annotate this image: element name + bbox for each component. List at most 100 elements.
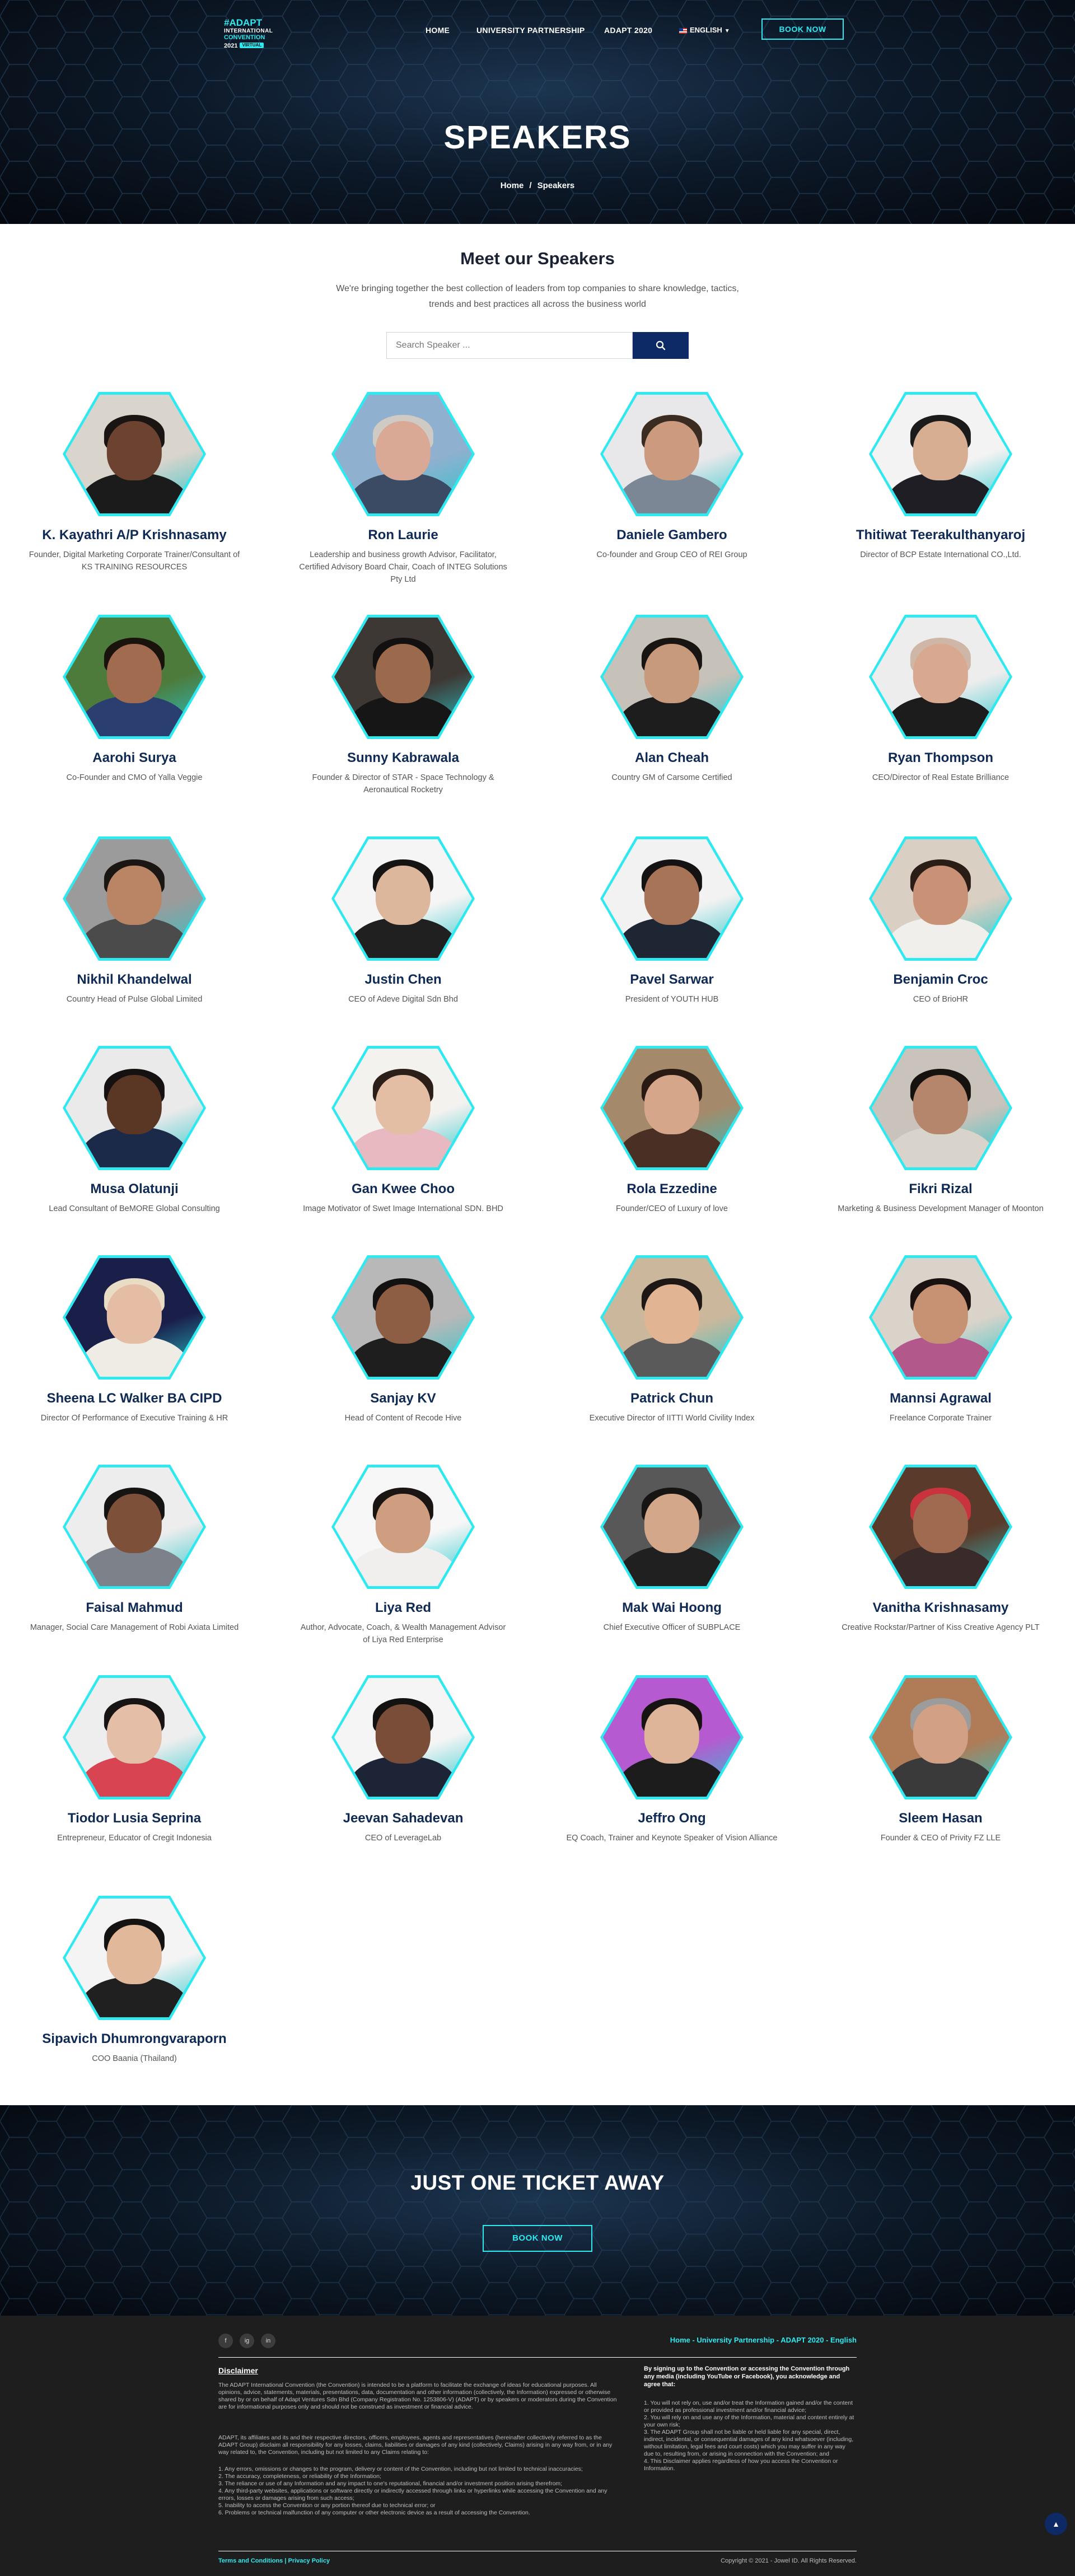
speaker-name[interactable]: Vanitha Krishnasamy — [806, 1600, 1075, 1616]
speaker-photo-frame[interactable] — [869, 1465, 1012, 1589]
book-now-button[interactable]: BOOK NOW — [761, 18, 844, 40]
speaker-name[interactable]: Mak Wai Hoong — [538, 1600, 806, 1616]
speaker-photo-frame[interactable] — [869, 1046, 1012, 1170]
speaker-name[interactable]: Sipavich Dhumrongvaraporn — [0, 2031, 269, 2047]
speaker-name[interactable]: Nikhil Khandelwal — [0, 972, 269, 988]
speaker-name[interactable]: Daniele Gambero — [538, 527, 806, 543]
speaker-name[interactable]: Faisal Mahmud — [0, 1600, 269, 1616]
speaker-photo-frame[interactable] — [869, 1675, 1012, 1799]
speaker-photo-frame[interactable] — [869, 392, 1012, 516]
breadcrumb-home[interactable]: Home — [501, 181, 524, 190]
speaker-photo-frame[interactable] — [63, 1465, 206, 1589]
speaker-silhouette-head — [375, 1493, 431, 1553]
search-button[interactable] — [633, 332, 689, 359]
speaker-photo-frame[interactable] — [63, 1896, 206, 2020]
speaker-name[interactable]: Sunny Kabrawala — [269, 750, 538, 766]
speaker-role: Image Motivator of Swet Image Internatio… — [303, 1204, 503, 1213]
speaker-photo-frame[interactable] — [63, 836, 206, 961]
speaker-photo — [334, 839, 472, 958]
speaker-photo-frame[interactable] — [331, 1046, 475, 1170]
speaker-silhouette-head — [913, 865, 969, 925]
facebook-icon[interactable]: f — [218, 2334, 233, 2348]
speaker-photo — [603, 1678, 741, 1797]
speaker-name[interactable]: Tiodor Lusia Seprina — [0, 1811, 269, 1826]
disclaimer-title: Disclaimer — [218, 2366, 258, 2375]
linkedin-icon[interactable]: in — [261, 2334, 275, 2348]
speaker-name[interactable]: Ron Laurie — [269, 527, 538, 543]
speaker-photo — [872, 395, 1009, 513]
adapt-logo[interactable]: #ADAPT INTERNATIONAL CONVENTION 2021 VIRT… — [224, 18, 277, 50]
section-title: Meet our Speakers — [460, 249, 615, 268]
speaker-role: Director of BCP Estate International CO.… — [860, 550, 1021, 559]
speaker-silhouette-head — [913, 1493, 969, 1553]
speaker-name[interactable]: Liya Red — [269, 1600, 538, 1616]
speaker-name[interactable]: Aarohi Surya — [0, 750, 269, 766]
speaker-name[interactable]: Ryan Thompson — [806, 750, 1075, 766]
speaker-photo-frame[interactable] — [600, 392, 744, 516]
speaker-photo — [603, 1049, 741, 1167]
speaker-photo-frame[interactable] — [331, 1675, 475, 1799]
speaker-name[interactable]: Fikri Rizal — [806, 1181, 1075, 1197]
hero-banner: #ADAPT INTERNATIONAL CONVENTION 2021 VIRT… — [0, 0, 1075, 224]
language-selector[interactable]: ENGLISH ▼ — [679, 26, 730, 34]
nav-adapt-2020[interactable]: ADAPT 2020 — [604, 26, 652, 35]
speaker-name[interactable]: Sheena LC Walker BA CIPD — [0, 1391, 269, 1406]
speaker-role: Executive Director of IITTI World Civili… — [589, 1414, 755, 1423]
speaker-name[interactable]: Patrick Chun — [538, 1391, 806, 1406]
nav-university-partnership[interactable]: UNIVERSITY PARTNERSHIP — [476, 26, 585, 35]
footer-navigation[interactable]: Home - University Partnership - ADAPT 20… — [616, 2336, 857, 2344]
speaker-photo-frame[interactable] — [600, 615, 744, 739]
speaker-role: President of YOUTH HUB — [625, 995, 719, 1004]
back-to-top-button[interactable]: ▲ — [1045, 2513, 1067, 2535]
disclaimer-list: 1. Any errors, omissions or changes to t… — [218, 2466, 607, 2516]
speaker-name[interactable]: Musa Olatunji — [0, 1181, 269, 1197]
footer-nav-links[interactable]: Home - University Partnership - ADAPT 20… — [670, 2336, 857, 2344]
speaker-photo-frame[interactable] — [63, 1255, 206, 1380]
speaker-photo-frame[interactable] — [600, 1255, 744, 1380]
speaker-photo-frame[interactable] — [331, 1255, 475, 1380]
copyright: Copyright © 2021 - Jowel ID. All Rights … — [721, 2558, 857, 2564]
speaker-name[interactable]: Alan Cheah — [538, 750, 806, 766]
speaker-photo-frame[interactable] — [63, 1675, 206, 1799]
breadcrumb-separator: / — [529, 181, 532, 190]
footer-legal-links[interactable]: Terms and Conditions | Privacy Policy — [218, 2558, 330, 2564]
speaker-name[interactable]: Sanjay KV — [269, 1391, 538, 1406]
speaker-photo-frame[interactable] — [63, 1046, 206, 1170]
speaker-name[interactable]: Jeffro Ong — [538, 1811, 806, 1826]
cta-book-now-button[interactable]: BOOK NOW — [483, 2225, 592, 2252]
speaker-photo-frame[interactable] — [331, 615, 475, 739]
speaker-name[interactable]: Benjamin Croc — [806, 972, 1075, 988]
speaker-photo-frame[interactable] — [331, 1465, 475, 1589]
speaker-name[interactable]: Sleem Hasan — [806, 1811, 1075, 1826]
speaker-photo-frame[interactable] — [869, 836, 1012, 961]
speaker-name[interactable]: Thitiwat Teerakulthanyaroj — [806, 527, 1075, 543]
speaker-photo-frame[interactable] — [869, 1255, 1012, 1380]
speaker-photo-frame[interactable] — [600, 836, 744, 961]
speaker-photo-frame[interactable] — [63, 392, 206, 516]
speaker-photo-frame[interactable] — [600, 1465, 744, 1589]
speaker-name[interactable]: Gan Kwee Choo — [269, 1181, 538, 1197]
speaker-photo-frame[interactable] — [63, 615, 206, 739]
ticket-cta-section: JUST ONE TICKET AWAY BOOK NOW — [0, 2105, 1075, 2316]
speaker-photo-frame[interactable] — [600, 1046, 744, 1170]
speaker-silhouette-head — [644, 1704, 700, 1764]
footer-divider — [218, 2357, 857, 2358]
speaker-role: Manager, Social Care Management of Robi … — [30, 1623, 239, 1632]
speaker-name[interactable]: K. Kayathri A/P Krishnasamy — [0, 527, 269, 543]
speaker-photo — [66, 1467, 203, 1586]
speaker-name[interactable]: Mannsi Agrawal — [806, 1391, 1075, 1406]
speaker-role: Country GM of Carsome Certified — [611, 773, 732, 782]
nav-home[interactable]: HOME — [426, 26, 450, 35]
speaker-name[interactable]: Rola Ezzedine — [538, 1181, 806, 1197]
speaker-silhouette-head — [913, 643, 969, 703]
speaker-photo-frame[interactable] — [331, 836, 475, 961]
speaker-photo-frame[interactable] — [869, 615, 1012, 739]
speaker-name[interactable]: Justin Chen — [269, 972, 538, 988]
speaker-photo-frame[interactable] — [331, 392, 475, 516]
speaker-photo-frame[interactable] — [600, 1675, 744, 1799]
speaker-name[interactable]: Pavel Sarwar — [538, 972, 806, 988]
speaker-silhouette-head — [913, 1074, 969, 1134]
instagram-icon[interactable]: ig — [240, 2334, 254, 2348]
search-input[interactable] — [386, 332, 633, 359]
speaker-name[interactable]: Jeevan Sahadevan — [269, 1811, 538, 1826]
